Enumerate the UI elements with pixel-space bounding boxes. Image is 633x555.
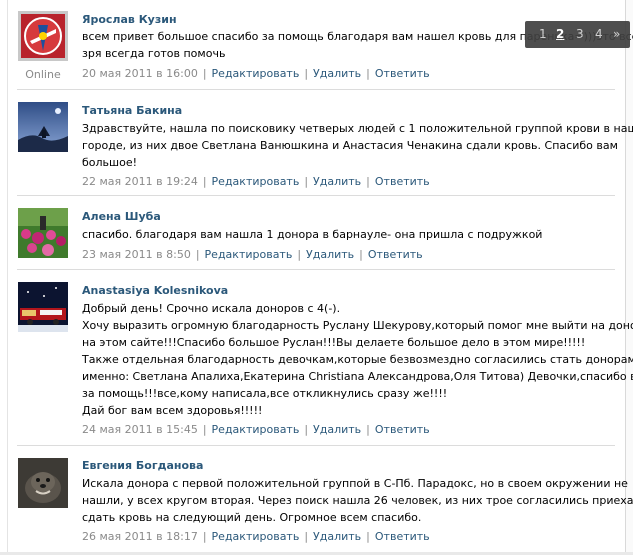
reply-link[interactable]: Ответить [375,530,430,543]
comment-date: 24 мая 2011 в 15:45 [82,423,198,436]
comment-item: Алена Шуба спасибо. благодаря вам нашла … [17,196,615,270]
comment-text-line: Хочу выразить огромную благодарность Рус… [82,319,633,332]
page-link-3[interactable]: 3 [576,27,584,41]
comment-date: 22 мая 2011 в 19:24 [82,175,198,188]
comment-text-line: спасибо. благодаря вам нашла 1 донора в … [82,228,543,241]
comment-text-line: Здравствуйте, нашла по поисковику четвер… [82,122,633,135]
delete-link[interactable]: Удалить [306,248,354,261]
comment-text-line: всем привет большое спасибо за помощь бл… [82,30,633,43]
comment-text-line: Добрый день! Срочно искала доноров с 4(-… [82,302,341,315]
avatar[interactable] [18,458,68,508]
comment-meta: 24 мая 2011 в 15:45 | Редактировать | Удалит… [82,423,430,436]
comment-text: Искала донора с первой положительной гру… [82,475,633,526]
delete-link[interactable]: Удалить [313,530,361,543]
comment-text: Здравствуйте, нашла по поисковику четвер… [82,120,633,171]
comment-date: 20 мая 2011 в 16:00 [82,67,198,80]
delete-link[interactable]: Удалить [313,67,361,80]
pagination: 1 2 3 4 » [525,21,630,48]
comment-meta: 26 мая 2011 в 18:17 | Редактировать | Удалит… [82,530,430,543]
comment-date: 26 мая 2011 в 18:17 [82,530,198,543]
scrollbar-track[interactable] [625,0,633,555]
author-name[interactable]: Алена Шуба [82,210,161,223]
reply-link[interactable]: Ответить [375,67,430,80]
reply-link[interactable]: Ответить [375,423,430,436]
online-status: Online [25,68,61,81]
comment-text-line: большое! [82,156,137,169]
author-name[interactable]: Anastasiya Kolesnikova [82,284,228,297]
avatar[interactable] [18,102,68,152]
avatar[interactable] [18,208,68,258]
comment-item: Татьяна Бакина Здравствуйте, нашла по по… [17,90,633,196]
comment-text-line: Также отдельная благодарность девочкам,к… [82,353,633,366]
avatar[interactable] [18,11,68,61]
edit-link[interactable]: Редактировать [212,175,300,188]
page-link-1[interactable]: 1 [539,27,547,41]
comment-text-line: на этом сайте!!!Спасибо большое Руслан!!… [82,336,586,349]
delete-link[interactable]: Удалить [313,423,361,436]
comment-meta: 20 мая 2011 в 16:00 | Редактировать | Удалит… [82,67,430,80]
comment-text-line: нашли, у всех кругом вторая. Через поиск… [82,494,633,507]
reply-link[interactable]: Ответить [375,175,430,188]
reply-link[interactable]: Ответить [368,248,423,261]
comment-item: Евгения Богданова Искала донора с первой… [17,446,633,552]
author-name[interactable]: Ярослав Кузин [82,13,177,26]
edit-link[interactable]: Редактировать [212,423,300,436]
edit-link[interactable]: Редактировать [212,530,300,543]
next-page-link[interactable]: » [613,27,620,41]
comment-text-line: Дай бог вам всем здоровья!!!!! [82,404,263,417]
comment-text: Добрый день! Срочно искала доноров с 4(-… [82,300,633,419]
comment-text-line: зря всегда готов помочь [82,47,226,60]
comment-meta: 22 мая 2011 в 19:24 | Редактировать | Удалит… [82,175,430,188]
comment-item: Anastasiya Kolesnikova Добрый день! Сроч… [17,270,633,446]
delete-link[interactable]: Удалить [313,175,361,188]
page-left-border [0,0,8,555]
comment-text-line: городе, из них двое Светлана Ванюшкина и… [82,139,618,152]
author-name[interactable]: Евгения Богданова [82,459,203,472]
author-name[interactable]: Татьяна Бакина [82,104,182,117]
comment-text-line: Искала донора с первой положительной гру… [82,477,628,490]
page-link-current[interactable]: 2 [556,27,564,41]
comment-text-line: сдать кровь на следующий день. Огромное … [82,511,422,524]
comment-date: 23 мая 2011 в 8:50 [82,248,191,261]
page-link-4[interactable]: 4 [595,27,603,41]
avatar[interactable] [18,282,68,332]
comment-text-line: именно: Светлана Апалиха,Екатерина Chris… [82,370,633,383]
comment-text-line: за помощь!!!все,кому написала,все отклик… [82,387,448,400]
edit-link[interactable]: Редактировать [212,67,300,80]
comment-text: всем привет большое спасибо за помощь бл… [82,28,633,62]
comment-text: спасибо. благодаря вам нашла 1 донора в … [82,226,602,243]
edit-link[interactable]: Редактировать [205,248,293,261]
comment-meta: 23 мая 2011 в 8:50 | Редактировать | Удалить… [82,248,423,261]
